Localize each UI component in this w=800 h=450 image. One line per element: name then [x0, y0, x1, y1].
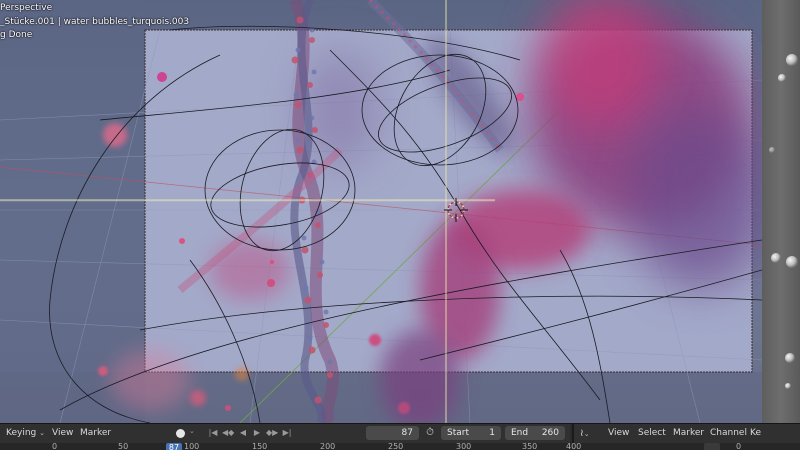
ruler-tick: 100 — [184, 443, 200, 450]
graph-key-menu[interactable]: Ke — [750, 427, 761, 440]
play-icon[interactable]: ▶ — [252, 428, 262, 438]
playhead-frame-badge[interactable]: 87 — [166, 443, 182, 450]
blender-window: Perspective _Stücke.001 | water bubbles_… — [0, 0, 800, 450]
ruler-tick: 350 — [522, 443, 538, 450]
graph-view-menu[interactable]: View — [608, 427, 629, 440]
ruler-tick: 0 — [52, 443, 58, 450]
current-frame-field[interactable]: 87 — [366, 426, 419, 440]
graph-ruler-tick: 0 — [736, 443, 742, 450]
ruler-tick: 300 — [456, 443, 472, 450]
graph-select-menu[interactable]: Select — [638, 427, 666, 440]
graph-editor-icon[interactable]: ≀⌄ — [580, 427, 590, 441]
start-value: 1 — [489, 428, 495, 438]
keyframe-dot-icon[interactable] — [176, 429, 185, 438]
ruler-tick: 400 — [566, 443, 582, 450]
end-value: 260 — [541, 428, 559, 438]
jump-to-end-icon[interactable]: ▶| — [282, 428, 292, 438]
ruler-tick: 250 — [388, 443, 404, 450]
stopwatch-icon[interactable]: ⏱ — [424, 427, 436, 439]
marker-menu[interactable]: Marker — [80, 427, 111, 440]
ruler-tick: 50 — [118, 443, 129, 450]
view-name-label: Perspective — [0, 3, 53, 13]
3d-viewport[interactable]: Perspective _Stücke.001 | water bubbles_… — [0, 0, 762, 423]
previous-keyframe-icon[interactable]: ◀◆ — [222, 428, 234, 438]
ruler-tick: 200 — [320, 443, 336, 450]
keying-menu-label: Keying — [6, 428, 37, 438]
ruler-tick: 150 — [252, 443, 268, 450]
collection-info-label: _Stücke.001 | water bubbles_turquois.003 — [0, 17, 190, 27]
side-preview-panel[interactable] — [762, 0, 800, 423]
timeline-ruler[interactable]: 0 50 100 150 200 250 300 350 400 87 0 — [0, 443, 800, 450]
start-label: Start — [447, 428, 469, 438]
timeline-header: Keying ⌄ View Marker ⌄ |◀ ◀◆ ◀ ▶ ◆▶ ▶| 8… — [0, 424, 570, 443]
graph-frame-indicator[interactable] — [704, 443, 720, 450]
current-frame-value: 87 — [401, 428, 413, 438]
keying-menu[interactable]: Keying ⌄ — [6, 427, 45, 440]
graph-marker-menu[interactable]: Marker — [673, 427, 704, 440]
start-frame-field[interactable]: Start 1 — [441, 426, 501, 440]
timeline-editor[interactable]: Keying ⌄ View Marker ⌄ |◀ ◀◆ ◀ ▶ ◆▶ ▶| 8… — [0, 423, 800, 450]
chevron-down-icon: ⌄ — [39, 429, 45, 437]
jump-to-start-icon[interactable]: |◀ — [208, 428, 218, 438]
end-frame-field[interactable]: End 260 — [505, 426, 565, 440]
bubbles-preview — [769, 54, 798, 389]
status-label: g Done — [0, 30, 33, 40]
next-keyframe-icon[interactable]: ◆▶ — [266, 428, 278, 438]
chevron-down-icon[interactable]: ⌄ — [189, 427, 195, 435]
play-reverse-icon[interactable]: ◀ — [238, 428, 248, 438]
viewport-scene — [0, 0, 762, 423]
view-menu[interactable]: View — [52, 427, 73, 440]
graph-editor-header: ≀⌄ View Select Marker Channel Ke — [572, 424, 800, 443]
end-label: End — [511, 428, 529, 438]
graph-channel-menu[interactable]: Channel — [710, 427, 747, 440]
